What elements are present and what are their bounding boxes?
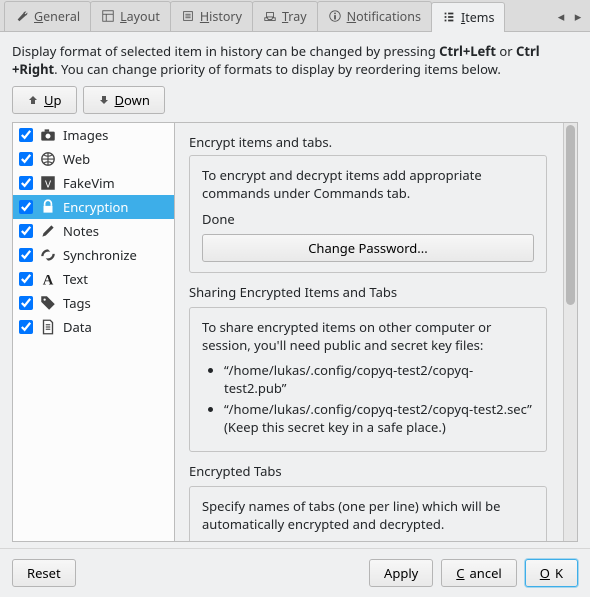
item-text[interactable]: A Text — [13, 267, 174, 291]
item-label: Data — [63, 318, 92, 336]
dialog-footer: Reset Apply Cancel OK — [0, 548, 590, 597]
camera-icon — [39, 126, 57, 144]
item-label: Tags — [63, 294, 91, 312]
tab-layout[interactable]: Layout — [90, 1, 171, 31]
panel-title: Encrypt items and tabs. — [189, 133, 547, 151]
items-list[interactable]: Images Web V FakeVim Encryption Notes Synchron… — [13, 123, 175, 541]
item-detail-panel: Encrypt items and tabs. To encrypt and d… — [175, 123, 563, 541]
list-icon — [442, 10, 456, 24]
layout-icon — [101, 9, 115, 23]
item-checkbox[interactable] — [19, 272, 33, 286]
item-label: Web — [63, 150, 90, 168]
pencil-icon — [39, 222, 57, 240]
description-text: Display format of selected item in histo… — [12, 42, 578, 78]
item-checkbox[interactable] — [19, 176, 33, 190]
encrypt-intro: To encrypt and decrypt items add appropr… — [202, 166, 534, 202]
tab-bar: General Layout History Tray Notification… — [0, 0, 590, 32]
cancel-button[interactable]: Cancel — [441, 559, 516, 587]
doc-icon — [39, 318, 57, 336]
item-label: FakeVim — [63, 174, 115, 192]
ok-button[interactable]: OK — [525, 559, 578, 587]
item-label: Text — [63, 270, 88, 288]
sync-icon — [39, 246, 57, 264]
tag-icon — [39, 294, 57, 312]
status-done: Done — [202, 210, 534, 228]
item-checkbox[interactable] — [19, 224, 33, 238]
lock-icon — [39, 198, 57, 216]
item-checkbox[interactable] — [19, 152, 33, 166]
item-fakevim[interactable]: V FakeVim — [13, 171, 174, 195]
reset-button[interactable]: Reset — [12, 559, 76, 587]
item-notes[interactable]: Notes — [13, 219, 174, 243]
tab-scroll-left[interactable]: ◂ — [553, 6, 569, 26]
item-checkbox[interactable] — [19, 128, 33, 142]
text-icon: A — [39, 270, 57, 288]
sharing-heading: Sharing Encrypted Items and Tabs — [189, 283, 547, 301]
wrench-icon — [15, 9, 29, 23]
item-data[interactable]: Data — [13, 315, 174, 339]
tab-notifications[interactable]: Notifications — [317, 1, 432, 31]
up-button[interactable]: Up — [12, 86, 77, 114]
down-button[interactable]: Down — [83, 86, 165, 114]
info-icon — [328, 9, 342, 23]
item-label: Images — [63, 126, 108, 144]
enc-tabs-p1: Specify names of tabs (one per line) whi… — [202, 497, 534, 533]
tab-tray[interactable]: Tray — [252, 1, 318, 31]
item-checkbox[interactable] — [19, 296, 33, 310]
arrow-up-icon — [27, 94, 39, 106]
item-encryption[interactable]: Encryption — [13, 195, 174, 219]
sec-key-note: (Keep this secret key in a safe place.) — [224, 418, 446, 436]
item-label: Encryption — [63, 198, 128, 216]
sharing-text: To share encrypted items on other comput… — [202, 318, 534, 354]
apply-button[interactable]: Apply — [369, 559, 433, 587]
globe-icon — [39, 150, 57, 168]
tray-icon — [263, 9, 277, 23]
item-checkbox[interactable] — [19, 320, 33, 334]
item-synchronize[interactable]: Synchronize — [13, 243, 174, 267]
vim-icon: V — [39, 174, 57, 192]
item-checkbox[interactable] — [19, 200, 33, 214]
svg-text:V: V — [45, 177, 52, 191]
item-tags[interactable]: Tags — [13, 291, 174, 315]
tab-history[interactable]: History — [170, 1, 253, 31]
item-images[interactable]: Images — [13, 123, 174, 147]
change-password-button[interactable]: Change Password... — [202, 234, 534, 262]
pub-key-path: “/home/lukas/.config/copyq-test2/copyq-t… — [224, 362, 534, 397]
tab-scroll-right[interactable]: ▸ — [570, 6, 586, 26]
history-icon — [181, 9, 195, 23]
item-label: Synchronize — [63, 246, 137, 264]
encrypted-tabs-heading: Encrypted Tabs — [189, 462, 547, 480]
tab-general[interactable]: General — [4, 1, 91, 31]
arrow-down-icon — [98, 94, 110, 106]
tab-items[interactable]: Items — [431, 2, 506, 32]
item-checkbox[interactable] — [19, 248, 33, 262]
sec-key-path: “/home/lukas/.config/copyq-test2/copyq-t… — [224, 400, 532, 418]
detail-scrollbar[interactable] — [563, 123, 577, 541]
svg-text:A: A — [43, 273, 54, 288]
item-label: Notes — [63, 222, 99, 240]
item-web[interactable]: Web — [13, 147, 174, 171]
